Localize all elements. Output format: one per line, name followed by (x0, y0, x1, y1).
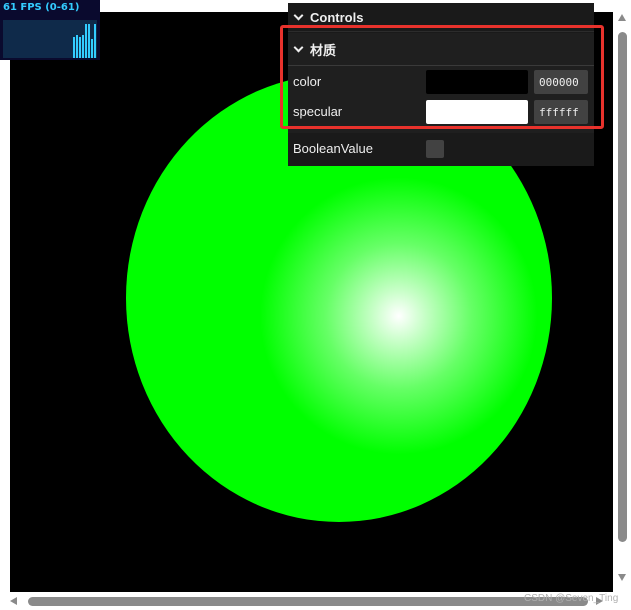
fps-graph-bar (85, 24, 87, 58)
scroll-down-arrow-icon[interactable] (618, 574, 626, 581)
fps-graph-bar (73, 37, 75, 58)
fps-graph-bar (82, 35, 84, 58)
boolean-row: BooleanValue (288, 134, 594, 164)
vertical-scrollbar[interactable] (614, 12, 631, 592)
fps-graph-bar (91, 39, 93, 58)
fps-readout: 61 FPS (0-61) (3, 2, 80, 13)
fps-stats-panel[interactable]: 61 FPS (0-61) (0, 0, 100, 60)
watermark-text: CSDN @Seven_Ting (524, 593, 619, 604)
page-frame: 61 FPS (0-61) Controls 材质 color 000000 s… (0, 0, 631, 610)
scroll-left-arrow-icon[interactable] (10, 597, 17, 605)
fps-graph-bar (88, 24, 90, 58)
fps-graph (3, 20, 97, 58)
boolean-label: BooleanValue (293, 141, 373, 156)
horizontal-scroll-thumb[interactable] (28, 597, 588, 606)
fps-graph-bar (76, 35, 78, 58)
horizontal-scrollbar[interactable] (0, 592, 614, 610)
boolean-checkbox[interactable] (426, 140, 444, 158)
fps-graph-bar (94, 24, 96, 58)
scroll-up-arrow-icon[interactable] (618, 14, 626, 21)
annotation-highlight-box (280, 25, 604, 129)
fps-graph-bar (79, 37, 81, 58)
controls-title: Controls (310, 9, 364, 25)
vertical-scroll-thumb[interactable] (618, 32, 627, 542)
chevron-down-icon (293, 10, 304, 20)
